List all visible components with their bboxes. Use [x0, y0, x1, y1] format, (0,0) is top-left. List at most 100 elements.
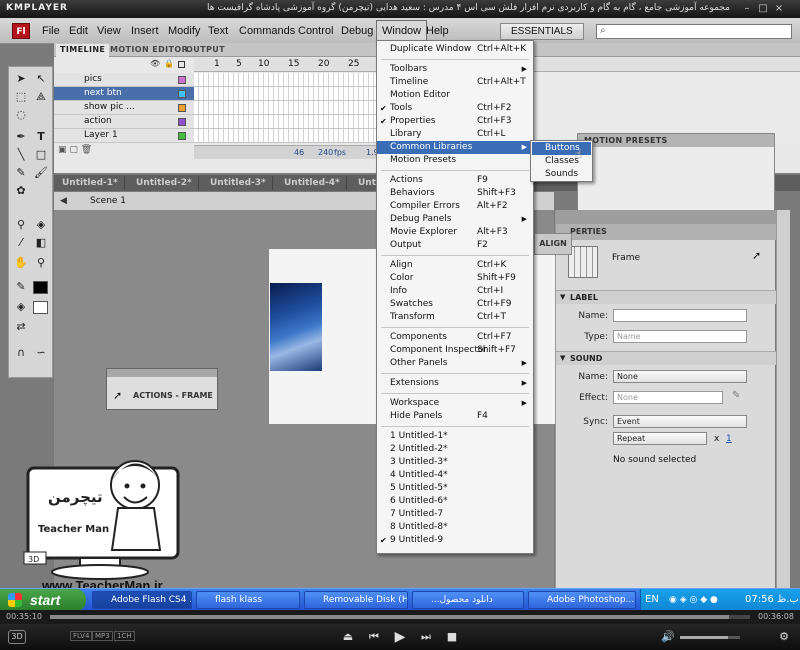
paint-bucket-icon[interactable]: ◈ — [33, 217, 49, 233]
fps-value[interactable]: 240 — [318, 146, 333, 159]
tab-timeline[interactable]: TIMELINE — [56, 44, 110, 57]
seek-bar[interactable] — [50, 615, 750, 619]
window-menu-item[interactable]: Motion Presets — [377, 154, 533, 167]
layer-row[interactable]: Layer 1 — [54, 129, 194, 143]
window-menu-item[interactable]: Common Libraries ▶ — [377, 141, 533, 154]
window-menu-item[interactable]: Components Ctrl+F7 — [377, 331, 533, 344]
selection-tool-icon[interactable]: ➤ — [13, 71, 29, 87]
eraser-icon[interactable]: ◧ — [33, 235, 49, 251]
menu-commands[interactable]: Commands — [234, 18, 300, 44]
window-menu-item[interactable]: 6 Untitled-6* — [377, 495, 533, 508]
zoom-tool-icon[interactable]: ⚲ — [33, 255, 49, 271]
window-menu-item[interactable]: Behaviors Shift+F3 — [377, 187, 533, 200]
window-menu-item[interactable]: Align Ctrl+K — [377, 259, 533, 272]
language-indicator[interactable]: EN — [645, 589, 659, 611]
stop-icon[interactable]: ■ — [444, 629, 460, 645]
settings-icon[interactable]: ⚙ — [776, 629, 792, 645]
text-tool-icon[interactable]: T — [33, 129, 49, 145]
menu-edit[interactable]: Edit — [64, 18, 93, 44]
tray-icons[interactable]: ◉ ◈ ◎ ◆ ● — [669, 589, 718, 611]
window-menu-item[interactable]: 3 Untitled-3* — [377, 456, 533, 469]
window-menu-item[interactable]: Motion Editor — [377, 89, 533, 102]
minimize-icon[interactable]: – — [740, 3, 754, 15]
clock[interactable]: 07:56 ب.ظ — [745, 589, 799, 611]
start-button[interactable]: start — [0, 589, 86, 611]
sound-section-header[interactable]: ▼ SOUND — [556, 351, 776, 365]
subselection-tool-icon[interactable]: ↖ — [33, 71, 49, 87]
search-input[interactable]: ⌕ — [596, 24, 792, 39]
scene-label[interactable]: Scene 1 — [90, 196, 126, 206]
window-menu-item[interactable]: Library Ctrl+L — [377, 128, 533, 141]
pen-tool-icon[interactable]: ✒ — [13, 129, 29, 145]
panel-scrollbar[interactable] — [776, 210, 790, 588]
panel-grip[interactable] — [107, 369, 217, 377]
3d-toggle-icon[interactable]: 3D — [8, 630, 26, 644]
window-menu-item[interactable]: 8 Untitled-8* — [377, 521, 533, 534]
layer-row[interactable]: pics — [54, 73, 194, 87]
workspace-switcher[interactable]: ESSENTIALS — [500, 23, 584, 40]
maximize-icon[interactable]: □ — [756, 3, 770, 15]
lasso-icon[interactable]: ◌ — [13, 107, 29, 123]
bone-tool-icon[interactable]: ⚲ — [13, 217, 29, 233]
window-menu-item[interactable]: 5 Untitled-5* — [377, 482, 533, 495]
window-menu-item[interactable]: Other Panels ▶ — [377, 357, 533, 370]
volume-slider[interactable] — [680, 636, 740, 639]
effect-select[interactable]: None — [613, 391, 723, 404]
previous-icon[interactable]: ⏮ — [366, 629, 382, 645]
properties-title[interactable]: PERTIES — [570, 224, 607, 240]
window-menu-item[interactable]: Duplicate Window Ctrl+Alt+K — [377, 43, 533, 56]
menu-debug[interactable]: Debug — [336, 18, 378, 44]
tab-output[interactable]: OUTPUT — [182, 44, 229, 57]
taskbar-item[interactable]: Removable Disk (H:) — [304, 591, 408, 609]
window-menu-item[interactable]: Swatches Ctrl+F9 — [377, 298, 533, 311]
motion-presets-title[interactable]: MOTION PRESETS — [578, 134, 774, 147]
snap-magnet-icon[interactable]: ∩ — [13, 345, 29, 361]
window-menu-item[interactable]: ✔ Tools Ctrl+F2 — [377, 102, 533, 115]
next-icon[interactable]: ⏭ — [418, 629, 434, 645]
tab-motion-editor[interactable]: MOTION EDITOR — [106, 44, 192, 57]
sync-select[interactable]: Event — [613, 415, 747, 428]
window-menu-item[interactable]: 4 Untitled-4* — [377, 469, 533, 482]
window-menu-item[interactable]: Actions F9 — [377, 174, 533, 187]
window-menu-item[interactable]: Hide Panels F4 — [377, 410, 533, 423]
window-menu-item[interactable]: Timeline Ctrl+Alt+T — [377, 76, 533, 89]
lock-icon[interactable]: 🔒 — [164, 59, 174, 68]
eyedropper-icon[interactable]: ⁄ — [13, 235, 29, 251]
stage-photo[interactable] — [270, 283, 322, 371]
brush-tool-icon[interactable]: 🖌 — [33, 165, 49, 181]
window-menu-item[interactable]: Toolbars ▶ — [377, 63, 533, 76]
help-icon[interactable]: ➚ — [752, 249, 761, 262]
window-menu-item[interactable]: Info Ctrl+I — [377, 285, 533, 298]
rectangle-tool-icon[interactable]: □ — [33, 147, 49, 163]
edit-envelope-icon[interactable]: ✎ — [732, 390, 740, 401]
window-menu-item[interactable]: Movie Explorer Alt+F3 — [377, 226, 533, 239]
window-menu-item[interactable]: Transform Ctrl+T — [377, 311, 533, 324]
swap-colors-icon[interactable]: ⇄ — [13, 319, 29, 335]
stroke-color-icon[interactable]: ✎ — [13, 279, 29, 295]
taskbar-item[interactable]: ...دانلود محصول — [412, 591, 524, 609]
actions-frame-title[interactable]: ACTIONS - FRAME — [133, 391, 213, 400]
repeat-count[interactable]: 1 — [726, 434, 732, 444]
window-menu-item[interactable]: Compiler Errors Alt+F2 — [377, 200, 533, 213]
window-menu-item[interactable]: ✔ Properties Ctrl+F3 — [377, 115, 533, 128]
doc-tab[interactable]: Untitled-2* — [130, 176, 199, 190]
window-menu-item[interactable]: 7 Untitled-7 — [377, 508, 533, 521]
play-icon[interactable]: ▶ — [392, 629, 408, 645]
window-menu-item[interactable]: Component Inspector Shift+F7 — [377, 344, 533, 357]
menu-window[interactable]: Window — [376, 20, 428, 42]
window-menu-item[interactable]: Output F2 — [377, 239, 533, 252]
layer-row-selected[interactable]: next btn — [54, 87, 194, 101]
sound-name-select[interactable]: None — [613, 370, 747, 383]
deco-tool-icon[interactable]: ✿ — [13, 183, 29, 199]
back-arrow-icon[interactable]: ◀ — [60, 192, 67, 210]
menu-file[interactable]: File — [37, 18, 65, 44]
gradient-transform-icon[interactable]: ⟁ — [33, 89, 49, 105]
menu-text[interactable]: Text — [203, 18, 233, 44]
menu-control[interactable]: Control — [293, 18, 338, 44]
label-type-select[interactable]: Name — [613, 330, 747, 343]
smooth-icon[interactable]: ∽ — [33, 345, 49, 361]
layer-row[interactable]: action — [54, 115, 194, 129]
new-layer-icon[interactable]: ▣ ▢ 🗑 — [58, 145, 92, 155]
eject-icon[interactable]: ⏏ — [340, 629, 356, 645]
pencil-tool-icon[interactable]: ✎ — [13, 165, 29, 181]
